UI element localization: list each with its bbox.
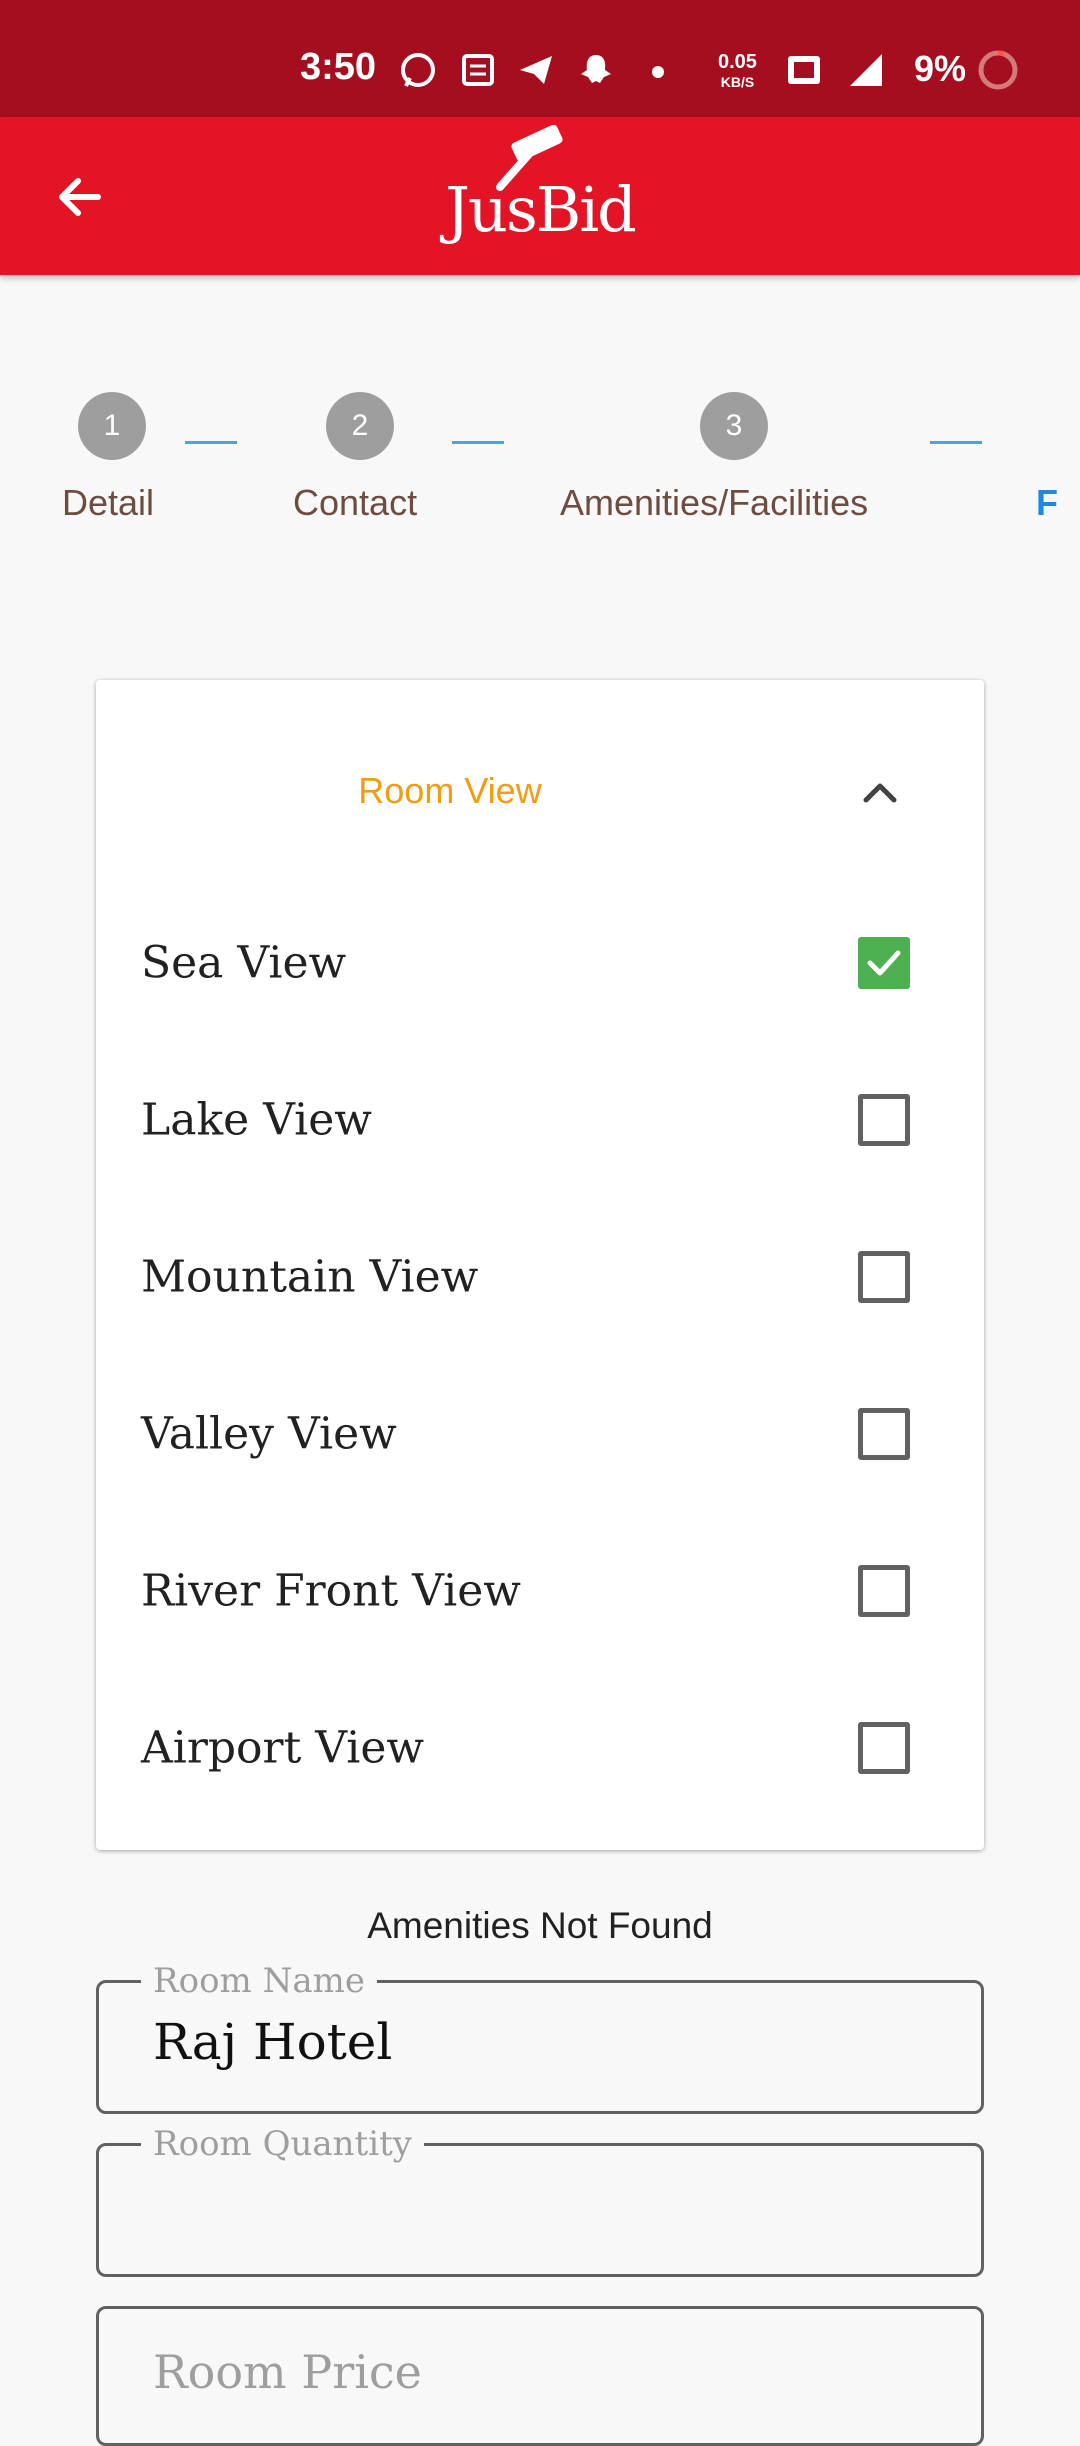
chevron-up-icon[interactable] [858, 770, 902, 814]
signal-4g-icon [850, 54, 882, 86]
room-view-card: Room View Sea View Lake View Mountain Vi… [96, 680, 984, 1850]
option-label: Valley View [141, 1408, 397, 1459]
step-connector [452, 441, 504, 444]
option-river-front-view[interactable]: River Front View [96, 1512, 984, 1669]
option-lake-view[interactable]: Lake View [96, 1041, 984, 1198]
arrow-left-icon [59, 178, 101, 216]
volte-icon [788, 56, 820, 84]
status-bar: 3:50 0.05 KB/S 9% [0, 0, 1080, 117]
room-price-field[interactable]: Room Price [96, 2306, 984, 2446]
checkbox-valley-view[interactable] [858, 1407, 910, 1460]
step-3-label[interactable]: Amenities/Facilities [560, 482, 868, 524]
step-connector [930, 441, 982, 444]
step-1-circle[interactable]: 1 [78, 392, 146, 460]
room-name-field[interactable]: Room Name Raj Hotel [96, 1961, 984, 2114]
logo-text: JusBid [445, 173, 637, 246]
amenities-not-found-message: Amenities Not Found [367, 1905, 713, 1946]
option-mountain-view[interactable]: Mountain View [96, 1198, 984, 1355]
step-2-circle[interactable]: 2 [326, 392, 394, 460]
room-quantity-field[interactable]: Room Quantity [96, 2124, 984, 2277]
step-2-label[interactable]: Contact [293, 482, 417, 524]
telegram-icon [520, 56, 552, 84]
option-label: Lake View [141, 1094, 372, 1145]
checkbox-river-front-view[interactable] [858, 1564, 910, 1617]
option-label: River Front View [141, 1565, 521, 1616]
checkbox-sea-view[interactable] [858, 936, 910, 989]
app-logo: JusBid [430, 125, 650, 265]
step-1-label[interactable]: Detail [62, 482, 154, 524]
battery-ring-icon [978, 50, 1018, 90]
step-4-label-partial[interactable]: F [1036, 482, 1058, 524]
stepper: 1 Detail 2 Contact 3 Amenities/Facilitie… [0, 380, 1080, 540]
snapchat-icon [581, 55, 611, 83]
option-valley-view[interactable]: Valley View [96, 1355, 984, 1512]
checkbox-airport-view[interactable] [858, 1721, 910, 1774]
checkbox-mountain-view[interactable] [858, 1250, 910, 1303]
checkmark-icon [867, 950, 901, 975]
room-price-placeholder: Room Price [153, 2345, 422, 2399]
room-view-title: Room View [358, 770, 542, 811]
news-icon [462, 54, 494, 86]
option-sea-view[interactable]: Sea View [96, 884, 984, 1041]
option-airport-view[interactable]: Airport View [96, 1669, 984, 1826]
room-view-header[interactable]: Room View [96, 680, 984, 910]
app-bar: JusBid [0, 117, 1080, 275]
battery-percent: 9% [914, 48, 967, 89]
room-name-label: Room Name [141, 1961, 377, 2001]
back-button[interactable] [40, 157, 120, 237]
dot-icon [652, 66, 664, 78]
room-quantity-label: Room Quantity [141, 2124, 424, 2164]
step-3-circle[interactable]: 3 [700, 392, 768, 460]
network-speed: 0.05 KB/S [718, 51, 757, 90]
checkbox-lake-view[interactable] [858, 1093, 910, 1146]
room-name-value[interactable]: Raj Hotel [153, 2013, 392, 2071]
status-time: 3:50 [300, 46, 377, 88]
option-label: Airport View [141, 1722, 425, 1773]
whatsapp-icon [401, 53, 435, 87]
option-label: Mountain View [141, 1251, 479, 1302]
option-label: Sea View [141, 937, 347, 988]
step-connector [185, 441, 237, 444]
